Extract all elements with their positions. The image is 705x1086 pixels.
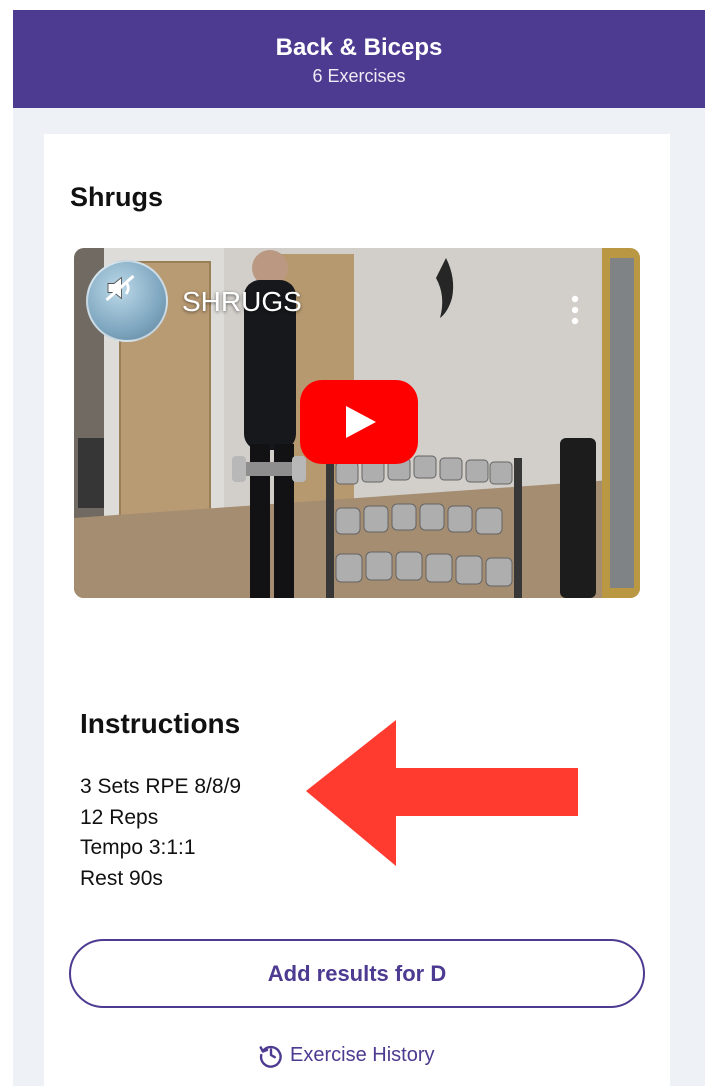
exercise-history-link[interactable]: Exercise History xyxy=(258,1040,434,1070)
youtube-play-button[interactable] xyxy=(300,380,418,464)
annotation-arrow-icon xyxy=(306,720,578,866)
app-header: Back & Biceps 6 Exercises xyxy=(13,10,705,108)
exercise-history-label: Exercise History xyxy=(290,1043,435,1066)
instructions-heading: Instructions xyxy=(80,708,241,739)
workout-title: Back & Biceps xyxy=(275,34,443,61)
add-results-button[interactable]: Add results for D xyxy=(69,939,645,1008)
history-clock-icon xyxy=(259,1045,282,1068)
exercise-count: 6 Exercises xyxy=(312,66,406,86)
speaker-muted-icon[interactable] xyxy=(102,270,138,306)
instruction-line-tempo: Tempo 3:1:1 xyxy=(80,836,196,859)
video-player[interactable]: SHRUGS xyxy=(74,248,640,598)
more-vertical-icon[interactable] xyxy=(570,294,580,326)
instructions-text: 3 Sets RPE 8/8/9 12 Reps Tempo 3:1:1 Res… xyxy=(80,772,241,894)
instruction-line-reps: 12 Reps xyxy=(80,805,159,829)
instruction-line-rest: Rest 90s xyxy=(80,866,163,890)
exercise-title: Shrugs xyxy=(70,182,164,212)
youtube-play-icon xyxy=(346,406,376,438)
instruction-line-sets: 3 Sets RPE 8/8/9 xyxy=(80,775,242,798)
video-title: SHRUGS xyxy=(182,286,302,317)
